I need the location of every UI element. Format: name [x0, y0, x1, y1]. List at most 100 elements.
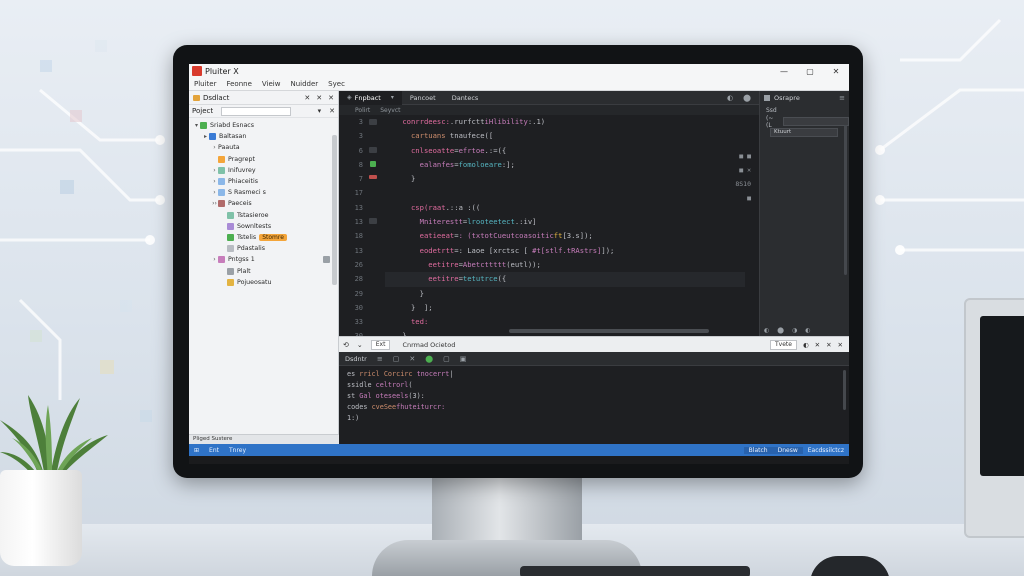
line-number: 7: [358, 175, 363, 184]
breadcrumb-item[interactable]: Seyvct: [380, 107, 400, 114]
status-item[interactable]: Tnrey: [224, 447, 251, 454]
refresh-icon[interactable]: ⟲: [339, 341, 353, 349]
panel-tool-1-button[interactable]: ✕: [304, 94, 310, 102]
chevron-right-icon[interactable]: ›: [211, 256, 218, 263]
tab-pancoet[interactable]: Pancoet: [402, 91, 444, 105]
breakpoint-marker[interactable]: [369, 147, 377, 153]
hamburger-menu-icon[interactable]: ≡: [839, 94, 845, 102]
run-icon[interactable]: ⬤: [425, 355, 433, 363]
find-options-input[interactable]: Tvete: [770, 339, 797, 350]
tree-item[interactable]: Pragrept: [189, 154, 338, 165]
breakpoint-marker[interactable]: [369, 119, 377, 125]
ide-window: Pluiter X — ▢ ✕ Pluiter Feonne Vieiw Nui…: [189, 64, 849, 464]
close-button[interactable]: ✕: [823, 64, 849, 78]
maximize-button[interactable]: ▢: [797, 64, 823, 78]
code-line: eetitre=Abetcttttt(eutl));: [385, 258, 745, 272]
right-panel-header: Osrapre ≡: [760, 91, 849, 105]
project-dropdown-button[interactable]: ▾: [318, 107, 322, 115]
code-token: csp(raat: [410, 202, 446, 212]
file-icon: [218, 166, 225, 174]
chevron-right-icon[interactable]: ›: [211, 144, 218, 151]
tab-dantecs[interactable]: Dantecs: [444, 91, 487, 105]
close-icon[interactable]: ✕: [815, 341, 820, 349]
editor-horizontal-scrollbar[interactable]: [509, 329, 709, 333]
code-line: cartuans tnaufece([: [385, 129, 745, 143]
menu-item-syec[interactable]: Syec: [323, 80, 350, 88]
menu-item-nuidder[interactable]: Nuidder: [285, 80, 323, 88]
project-panel-scrollbar[interactable]: [332, 135, 337, 285]
tool-icon[interactable]: ◐: [805, 327, 810, 334]
right-panel-scrollbar[interactable]: [844, 125, 847, 275]
tree-item[interactable]: › Inifuvrey: [189, 165, 338, 176]
code-token: ted:: [410, 317, 429, 327]
status-item[interactable]: Ent: [204, 447, 224, 454]
tree-item[interactable]: ›› Paeceis: [189, 198, 338, 209]
tree-item[interactable]: ▸ Baltasan: [189, 131, 338, 142]
tree-item[interactable]: › Paauta: [189, 142, 338, 153]
breakpoint-marker[interactable]: [369, 218, 377, 224]
tool-icon[interactable]: ⬤: [777, 327, 784, 334]
chevron-right-icon[interactable]: ››: [211, 200, 218, 207]
code-text: conrrdeesc:.rurfcttiHlibility:.1) cartua…: [385, 115, 745, 344]
code-token: cnlseoatte: [410, 145, 455, 155]
editor-tool-2-icon[interactable]: ⬤: [743, 94, 751, 102]
tree-item[interactable]: › S Rasmeci s: [189, 187, 338, 198]
breadcrumb-item[interactable]: Polirt: [355, 107, 370, 114]
right-panel-input[interactable]: [782, 117, 849, 126]
project-search-input[interactable]: [221, 106, 292, 116]
tab-fnpbact[interactable]: ◈ Fnpbact ▾: [339, 90, 402, 105]
console-header: Dsdntr ≡ ▢ ✕ ⬤ ▢ ▣: [339, 352, 849, 366]
tool-icon[interactable]: ◑: [792, 327, 797, 334]
breakpoint-marker[interactable]: [369, 175, 377, 179]
tool-icon[interactable]: ◐: [764, 327, 769, 334]
stop-icon[interactable]: ▢: [443, 355, 450, 363]
line-number: 17: [354, 189, 363, 198]
close-icon[interactable]: ✕: [838, 341, 843, 349]
window-icon[interactable]: ▢: [393, 355, 400, 363]
menu-item-pluiter[interactable]: Pluiter: [189, 80, 221, 88]
folder-icon: [193, 94, 200, 101]
code-token: |: [449, 370, 454, 378]
toggle-icon[interactable]: ◐: [803, 341, 809, 349]
item-options-icon[interactable]: [323, 256, 330, 264]
close-icon[interactable]: ✕: [826, 341, 831, 349]
status-item[interactable]: Blatch: [743, 446, 773, 454]
menu-icon[interactable]: ≡: [377, 355, 383, 363]
tree-item[interactable]: › Pntgss 1: [189, 254, 338, 265]
layout-icon[interactable]: ▣: [460, 355, 467, 363]
minimize-button[interactable]: —: [771, 64, 797, 78]
tree-item[interactable]: Sownltests: [189, 221, 338, 232]
tree-item[interactable]: Tstasieroe: [189, 210, 338, 221]
console-scrollbar[interactable]: [843, 370, 846, 410]
code-area[interactable]: 336871713131813262829303330 conrrdeesc:.…: [339, 115, 759, 340]
tree-item[interactable]: ▾ Sriabd Esnacs: [189, 120, 338, 131]
chevron-down-icon[interactable]: ⌄: [353, 341, 367, 349]
editor-tool-1-icon[interactable]: ◐: [727, 94, 733, 102]
tree-item[interactable]: › Phiaceitis: [189, 176, 338, 187]
status-item[interactable]: Eacdssilctcz: [803, 447, 849, 454]
file-icon: [227, 233, 234, 241]
tree-item-label: Paauta: [218, 144, 240, 152]
project-close-button[interactable]: ✕: [329, 107, 335, 115]
tree-item[interactable]: Pojueosatu: [189, 277, 338, 288]
menu-item-feonne[interactable]: Feonne: [221, 80, 256, 88]
tree-item[interactable]: Pdastalis: [189, 243, 338, 254]
status-item[interactable]: Dnesw: [772, 446, 803, 454]
chevron-right-icon[interactable]: ›: [211, 167, 218, 174]
right-panel-select[interactable]: Ktuurt: [770, 128, 838, 137]
chevron-right-icon[interactable]: ▸: [202, 133, 209, 140]
chevron-right-icon[interactable]: ›: [211, 189, 218, 196]
menu-item-view[interactable]: Vieiw: [257, 80, 286, 88]
clear-icon[interactable]: ✕: [409, 355, 415, 363]
find-input[interactable]: Ext: [370, 339, 391, 350]
tree-item[interactable]: Tstelis Stomre: [189, 232, 338, 243]
chevron-right-icon[interactable]: ▾: [193, 122, 200, 129]
bug-icon[interactable]: [370, 161, 376, 167]
panel-tool-3-button[interactable]: ✕: [328, 94, 334, 102]
panel-tool-2-button[interactable]: ✕: [316, 94, 322, 102]
windows-icon[interactable]: ⊞: [189, 447, 204, 454]
chevron-right-icon[interactable]: ›: [211, 178, 218, 185]
code-token: } ];: [385, 302, 433, 312]
tree-item[interactable]: Plalt: [189, 265, 338, 276]
